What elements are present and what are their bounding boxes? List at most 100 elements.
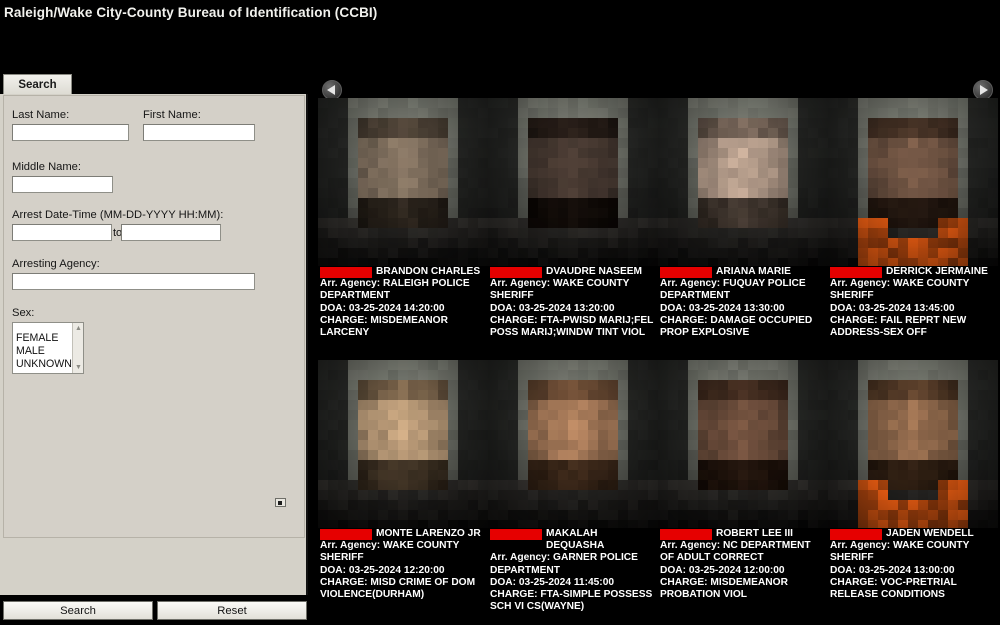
record-card[interactable]: BRANDON CHARLES Arr. Agency: RALEIGH POL… xyxy=(318,98,488,360)
tab-search[interactable]: Search xyxy=(3,74,72,95)
record-agency: Arr. Agency: WAKE COUNTY SHERIFF xyxy=(490,278,630,302)
record-name-line: DERRICK JERMAINE xyxy=(830,266,997,278)
mugshot-photo[interactable] xyxy=(828,98,998,266)
last-name-label: Last Name: xyxy=(12,109,70,121)
record-charge: CHARGE: FAIL REPRT NEW ADDRESS-SEX OFF xyxy=(830,314,967,339)
record-agency: Arr. Agency: GARNER POLICE DEPARTMENT xyxy=(490,552,638,576)
record-first-middle-name: BRANDON CHARLES xyxy=(376,266,481,277)
arrest-date-from-input[interactable] xyxy=(12,224,112,241)
mugshot-photo[interactable] xyxy=(318,98,488,266)
last-name-input[interactable] xyxy=(12,124,129,141)
record-card[interactable]: MONTE LARENZO JR Arr. Agency: WAKE COUNT… xyxy=(318,360,488,618)
record-first-middle-name: MAKALAH DEQUASHA xyxy=(546,528,605,552)
record-first-middle-name: DERRICK JERMAINE xyxy=(886,266,988,277)
record-card[interactable]: JADEN WENDELL Arr. Agency: WAKE COUNTY S… xyxy=(828,360,998,618)
record-doa: DOA: 03-25-2024 13:20:00 xyxy=(490,302,615,314)
record-charge: CHARGE: FTA-SIMPLE POSSESS SCH VI CS(WAY… xyxy=(490,589,653,613)
record-doa: DOA: 03-25-2024 13:00:00 xyxy=(830,564,955,576)
record-first-middle-name: DVAUDRE NASEEM xyxy=(546,266,643,277)
mugshot-photo[interactable] xyxy=(318,360,488,528)
results-row: BRANDON CHARLES Arr. Agency: RALEIGH POL… xyxy=(318,98,1000,360)
record-doa: DOA: 03-25-2024 14:20:00 xyxy=(320,302,445,314)
record-doa: DOA: 03-25-2024 13:45:00 xyxy=(830,302,955,314)
record-name-line: MONTE LARENZO JR xyxy=(320,528,487,540)
record-charge: CHARGE: MISDEMEANOR PROBATION VIOL xyxy=(660,576,788,601)
results-grid: BRANDON CHARLES Arr. Agency: RALEIGH POL… xyxy=(318,98,1000,618)
search-form: Last Name: First Name: Middle Name: Arre… xyxy=(3,95,305,538)
sex-label: Sex: xyxy=(12,307,35,319)
arrest-date-time-label: Arrest Date-Time (MM-DD-YYYY HH:MM): xyxy=(12,209,224,221)
record-first-middle-name: ROBERT LEE III xyxy=(716,528,793,539)
record-card[interactable]: ROBERT LEE III Arr. Agency: NC DEPARTMEN… xyxy=(658,360,828,618)
record-card[interactable]: DVAUDRE NASEEM Arr. Agency: WAKE COUNTY … xyxy=(488,98,658,360)
results-panel: BRANDON CHARLES Arr. Agency: RALEIGH POL… xyxy=(310,68,1000,625)
mugshot-photo[interactable] xyxy=(658,360,828,528)
record-details: ARIANA MARIE Arr. Agency: FUQUAY POLICE … xyxy=(658,266,828,339)
record-doa: DOA: 03-25-2024 12:00:00 xyxy=(660,564,785,576)
first-name-input[interactable] xyxy=(143,124,255,141)
page-title: Raleigh/Wake City-County Bureau of Ident… xyxy=(4,5,378,20)
scroll-up-icon[interactable]: ▲ xyxy=(74,324,83,333)
reset-button[interactable]: Reset xyxy=(157,601,307,620)
record-details: MAKALAH DEQUASHA Arr. Agency: GARNER POL… xyxy=(488,528,658,613)
record-name-line: DVAUDRE NASEEM xyxy=(490,266,657,278)
redacted-last-name-bar xyxy=(320,267,372,278)
record-name-line: JADEN WENDELL xyxy=(830,528,997,540)
record-agency: Arr. Agency: RALEIGH POLICE DEPARTMENT xyxy=(320,278,470,302)
record-charge: CHARGE: FTA-PWISD MARIJ;FEL POSS MARIJ;W… xyxy=(490,314,654,339)
record-card[interactable]: MAKALAH DEQUASHA Arr. Agency: GARNER POL… xyxy=(488,360,658,618)
first-name-label: First Name: xyxy=(143,109,201,121)
application-window: Raleigh/Wake City-County Bureau of Ident… xyxy=(0,0,1000,625)
redacted-last-name-bar xyxy=(660,529,712,540)
record-first-middle-name: MONTE LARENZO JR xyxy=(376,528,481,539)
record-details: BRANDON CHARLES Arr. Agency: RALEIGH POL… xyxy=(318,266,488,339)
redacted-last-name-bar xyxy=(320,529,372,540)
mugshot-photo[interactable] xyxy=(828,360,998,528)
tab-strip: Search xyxy=(0,74,308,95)
record-doa: DOA: 03-25-2024 13:30:00 xyxy=(660,302,785,314)
arrow-left-icon xyxy=(327,85,335,95)
record-details: ROBERT LEE III Arr. Agency: NC DEPARTMEN… xyxy=(658,528,828,601)
record-details: JADEN WENDELL Arr. Agency: WAKE COUNTY S… xyxy=(828,528,998,601)
sex-listbox-scrollbar[interactable]: ▲ ▼ xyxy=(72,323,83,373)
record-name-line: BRANDON CHARLES xyxy=(320,266,487,278)
mugshot-photo[interactable] xyxy=(488,360,658,528)
record-agency: Arr. Agency: FUQUAY POLICE DEPARTMENT xyxy=(660,278,806,302)
record-name-line: ROBERT LEE III xyxy=(660,528,827,540)
record-first-middle-name: ARIANA MARIE xyxy=(716,266,791,277)
search-panel: Last Name: First Name: Middle Name: Arre… xyxy=(0,94,308,595)
form-button-bar: Search Reset xyxy=(0,601,308,621)
record-doa: DOA: 03-25-2024 12:20:00 xyxy=(320,564,445,576)
resize-grip-icon[interactable] xyxy=(275,498,286,507)
record-agency: Arr. Agency: WAKE COUNTY SHERIFF xyxy=(830,278,970,302)
record-agency: Arr. Agency: NC DEPARTMENT OF ADULT CORR… xyxy=(660,540,811,564)
results-row: MONTE LARENZO JR Arr. Agency: WAKE COUNT… xyxy=(318,360,1000,618)
search-button[interactable]: Search xyxy=(3,601,153,620)
redacted-last-name-bar xyxy=(490,529,542,540)
arrow-right-icon xyxy=(980,85,988,95)
redacted-last-name-bar xyxy=(490,267,542,278)
record-doa: DOA: 03-25-2024 11:45:00 xyxy=(490,576,615,588)
mugshot-photo[interactable] xyxy=(488,98,658,266)
redacted-last-name-bar xyxy=(830,529,882,540)
record-card[interactable]: DERRICK JERMAINE Arr. Agency: WAKE COUNT… xyxy=(828,98,998,360)
redacted-last-name-bar xyxy=(830,267,882,278)
record-card[interactable]: ARIANA MARIE Arr. Agency: FUQUAY POLICE … xyxy=(658,98,828,360)
arresting-agency-input[interactable] xyxy=(12,273,255,290)
record-agency: Arr. Agency: WAKE COUNTY SHERIFF xyxy=(320,540,460,564)
middle-name-input[interactable] xyxy=(12,176,113,193)
record-charge: CHARGE: MISDEMEANOR LARCENY xyxy=(320,314,448,339)
mugshot-photo[interactable] xyxy=(658,98,828,266)
redacted-last-name-bar xyxy=(660,267,712,278)
record-charge: CHARGE: MISD CRIME OF DOM VIOLENCE(DURHA… xyxy=(320,576,476,601)
record-name-line: MAKALAH DEQUASHA xyxy=(490,528,657,552)
sex-listbox[interactable]: FEMALE MALE UNKNOWN ▲ ▼ xyxy=(12,322,84,374)
scroll-down-icon[interactable]: ▼ xyxy=(74,363,83,372)
middle-name-label: Middle Name: xyxy=(12,161,82,173)
record-details: MONTE LARENZO JR Arr. Agency: WAKE COUNT… xyxy=(318,528,488,601)
arrest-date-to-input[interactable] xyxy=(121,224,221,241)
record-first-middle-name: JADEN WENDELL xyxy=(886,528,974,539)
record-agency: Arr. Agency: WAKE COUNTY SHERIFF xyxy=(830,540,970,564)
previous-page-button[interactable] xyxy=(322,80,342,100)
next-page-button[interactable] xyxy=(973,80,993,100)
